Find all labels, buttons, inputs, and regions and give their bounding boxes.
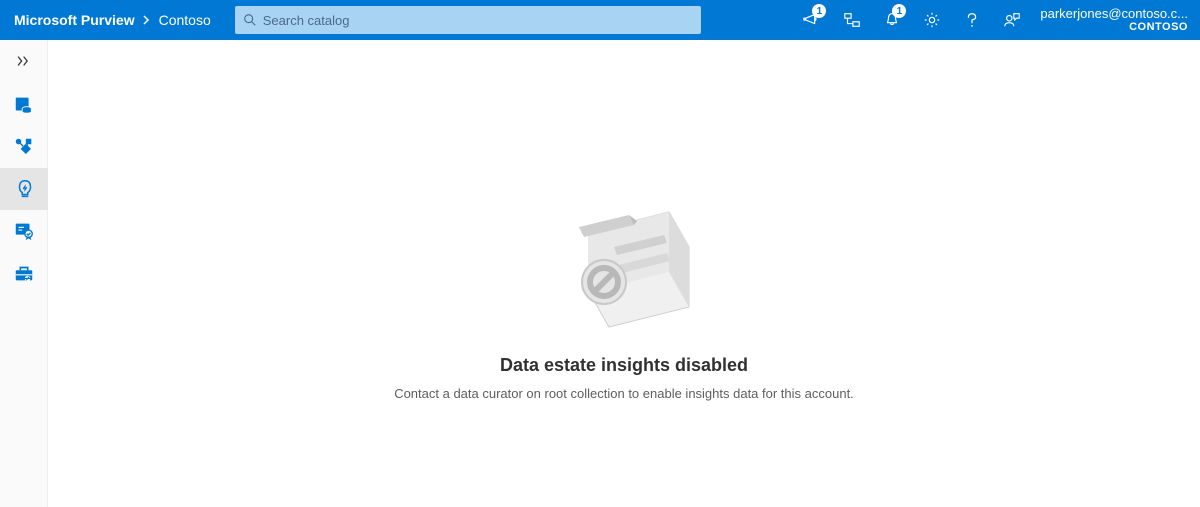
breadcrumb-org[interactable]: Contoso bbox=[159, 12, 211, 28]
catalog-icon bbox=[13, 94, 35, 116]
empty-state-subtitle: Contact a data curator on root collectio… bbox=[394, 386, 854, 401]
sidebar-item-policy[interactable] bbox=[0, 210, 48, 252]
sidebar-item-data-catalog[interactable] bbox=[0, 84, 48, 126]
header-actions: 1 1 bbox=[792, 0, 1032, 40]
sidebar-item-data-map[interactable] bbox=[0, 126, 48, 168]
feedback-badge: 1 bbox=[812, 4, 826, 18]
main-content: Data estate insights disabled Contact a … bbox=[48, 40, 1200, 507]
sidebar-item-management[interactable] bbox=[0, 252, 48, 294]
help-button[interactable] bbox=[952, 0, 992, 40]
notifications-badge: 1 bbox=[892, 4, 906, 18]
user-account[interactable]: parkerjones@contoso.c... CONTOSO bbox=[1040, 6, 1188, 35]
empty-state-title: Data estate insights disabled bbox=[500, 355, 748, 376]
settings-button[interactable] bbox=[912, 0, 952, 40]
question-icon bbox=[963, 11, 981, 29]
expand-icon bbox=[16, 55, 32, 67]
brand-title[interactable]: Microsoft Purview bbox=[14, 12, 135, 28]
notifications-button[interactable]: 1 bbox=[872, 0, 912, 40]
feedback-button[interactable]: 1 bbox=[792, 0, 832, 40]
breadcrumb-chevron-icon bbox=[143, 15, 151, 25]
toolbox-icon bbox=[13, 262, 35, 284]
top-header: Microsoft Purview Contoso 1 bbox=[0, 0, 1200, 40]
sidebar-expand-button[interactable] bbox=[0, 46, 48, 76]
search-box[interactable] bbox=[235, 6, 701, 34]
certificate-icon bbox=[13, 220, 35, 242]
left-sidebar bbox=[0, 40, 48, 507]
sidebar-item-insights[interactable] bbox=[0, 168, 48, 210]
person-feedback-icon bbox=[1003, 11, 1021, 29]
diagnostics-icon bbox=[843, 11, 861, 29]
gear-icon bbox=[923, 11, 941, 29]
search-icon bbox=[243, 13, 257, 27]
feedback-person-button[interactable] bbox=[992, 0, 1032, 40]
lightbulb-icon bbox=[14, 178, 36, 200]
empty-state-illustration bbox=[539, 187, 709, 337]
diagnostics-button[interactable] bbox=[832, 0, 872, 40]
datamap-icon bbox=[13, 136, 35, 158]
user-org-label: CONTOSO bbox=[1040, 21, 1188, 34]
search-input[interactable] bbox=[263, 13, 693, 28]
user-email: parkerjones@contoso.c... bbox=[1040, 6, 1188, 22]
